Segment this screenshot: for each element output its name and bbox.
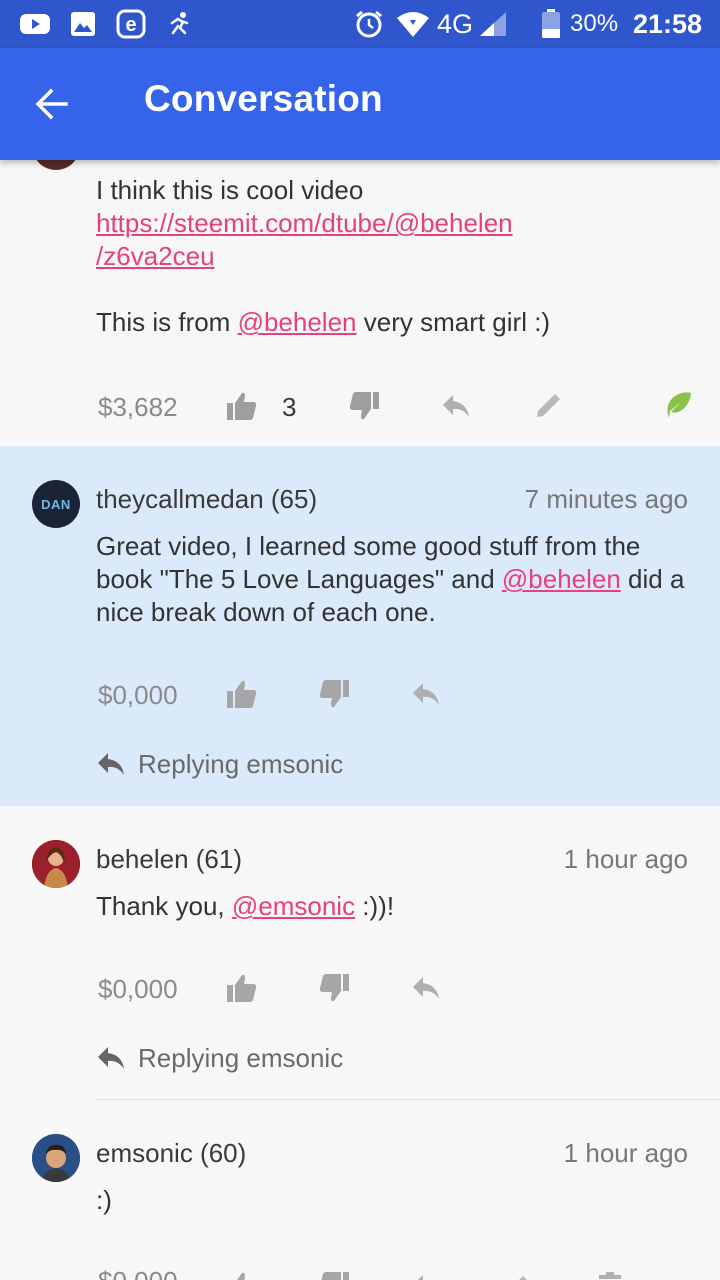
thumb-up-icon	[227, 974, 257, 1002]
thumb-up-icon	[227, 680, 257, 708]
replying-to[interactable]: Replying emsonic	[96, 1038, 343, 1078]
comment-body: Great video, I learned some good stuff f…	[96, 530, 692, 629]
comment-timestamp: 1 hour ago	[563, 844, 688, 874]
post-body: I think this is cool video https://steem…	[96, 174, 696, 339]
thumb-up-icon	[237, 1272, 245, 1280]
comment-card: DAN theycallmedan (65) 7 minutes ago Gre…	[0, 446, 720, 806]
avatar	[32, 1134, 80, 1182]
wifi-icon	[396, 8, 430, 40]
pencil-icon	[519, 1276, 527, 1280]
reply-icon	[443, 395, 469, 417]
comment-author[interactable]: behelen (61)	[96, 844, 242, 875]
running-icon	[162, 8, 196, 40]
comment-timestamp: 7 minutes ago	[524, 484, 688, 514]
mention-link[interactable]: @emsonic	[232, 891, 355, 921]
payout-value[interactable]: $0,000	[98, 1266, 178, 1280]
vote-count: 3	[282, 392, 297, 422]
trash-icon	[599, 1272, 621, 1279]
comment-text: :))!	[355, 891, 395, 921]
clock: 21:58	[633, 9, 703, 39]
app-bar: Conversation	[0, 48, 720, 160]
comment-text: Thank you,	[96, 891, 232, 921]
upvote-button[interactable]	[222, 968, 262, 1008]
arrow-left-icon	[35, 88, 68, 120]
comment-card: emsonic (60) 1 hour ago :) $0,000	[0, 1100, 720, 1280]
reply-button[interactable]	[436, 386, 476, 426]
network-type: 4G	[437, 9, 474, 39]
back-button[interactable]	[20, 72, 84, 136]
payout-value[interactable]: $0,000	[98, 680, 178, 711]
alarm-icon	[352, 8, 386, 40]
downvote-button[interactable]	[314, 968, 354, 1008]
comment-body: :)	[96, 1185, 112, 1215]
steem-payout-button[interactable]	[658, 386, 698, 426]
reply-icon	[418, 1275, 423, 1280]
comment-body: Thank you, @emsonic :))!	[96, 890, 696, 923]
post-text-line: This is from @behelen very smart girl :)	[96, 306, 696, 339]
avatar	[32, 840, 80, 888]
svg-text:e: e	[125, 14, 136, 36]
post-text: very smart girl :)	[356, 307, 551, 337]
comment-card: behelen (61) 1 hour ago Thank you, @emso…	[0, 806, 720, 1100]
battery-percent: 30%	[570, 10, 619, 37]
avatar: DAN	[32, 480, 80, 528]
comment-author[interactable]: theycallmedan (65)	[96, 484, 317, 515]
upvote-button[interactable]	[222, 674, 262, 714]
replying-label: Replying emsonic	[138, 1042, 344, 1073]
payout-value[interactable]: $3,682	[98, 392, 178, 423]
payout-value[interactable]: $0,000	[98, 974, 178, 1005]
mention-link[interactable]: @behelen	[238, 307, 357, 337]
reply-icon	[98, 1047, 124, 1069]
mention-link[interactable]: @behelen	[502, 564, 621, 594]
browser-e-icon: e	[114, 8, 148, 40]
reply-button[interactable]	[406, 968, 446, 1008]
replying-to[interactable]: Replying emsonic	[96, 744, 343, 784]
comment-timestamp: 1 hour ago	[563, 1138, 688, 1168]
pencil-icon	[537, 394, 560, 417]
reply-icon	[98, 753, 124, 775]
post-text: This is from	[96, 307, 238, 337]
thumb-down-icon	[319, 974, 349, 1002]
thumb-down-icon	[349, 392, 379, 420]
thumb-up-icon	[227, 392, 257, 420]
thumb-down-icon	[319, 680, 349, 708]
thumb-down-icon	[321, 1272, 349, 1280]
upvote-button[interactable]	[222, 386, 262, 426]
edit-button[interactable]	[528, 386, 568, 426]
upvote-button[interactable]	[222, 1266, 262, 1280]
replying-label: Replying emsonic	[138, 748, 344, 779]
comment-author[interactable]: emsonic (60)	[96, 1138, 246, 1169]
post-text-line: I think this is cool video	[96, 175, 364, 205]
signal-icon	[476, 8, 510, 40]
reply-button[interactable]	[406, 1266, 446, 1280]
reply-icon	[413, 683, 439, 705]
avatar-label: DAN	[41, 496, 71, 512]
post-link[interactable]: https://steemit.com/dtube/@behelen	[96, 207, 696, 240]
battery-icon	[534, 8, 568, 40]
post-link-continued[interactable]: /z6va2ceu	[96, 240, 696, 273]
reply-button[interactable]	[406, 674, 446, 714]
downvote-button[interactable]	[344, 386, 384, 426]
youtube-icon	[18, 8, 52, 40]
delete-button[interactable]	[590, 1266, 630, 1280]
status-bar: e 4G 30% 21:58	[0, 0, 720, 48]
page-title: Conversation	[144, 78, 383, 119]
reply-icon	[413, 977, 439, 999]
downvote-button[interactable]	[314, 1266, 354, 1280]
edit-button[interactable]	[498, 1266, 538, 1280]
gallery-icon	[66, 8, 100, 40]
post-card: I think this is cool video https://steem…	[0, 122, 720, 446]
downvote-button[interactable]	[314, 674, 354, 714]
steem-leaf-icon	[667, 392, 691, 418]
